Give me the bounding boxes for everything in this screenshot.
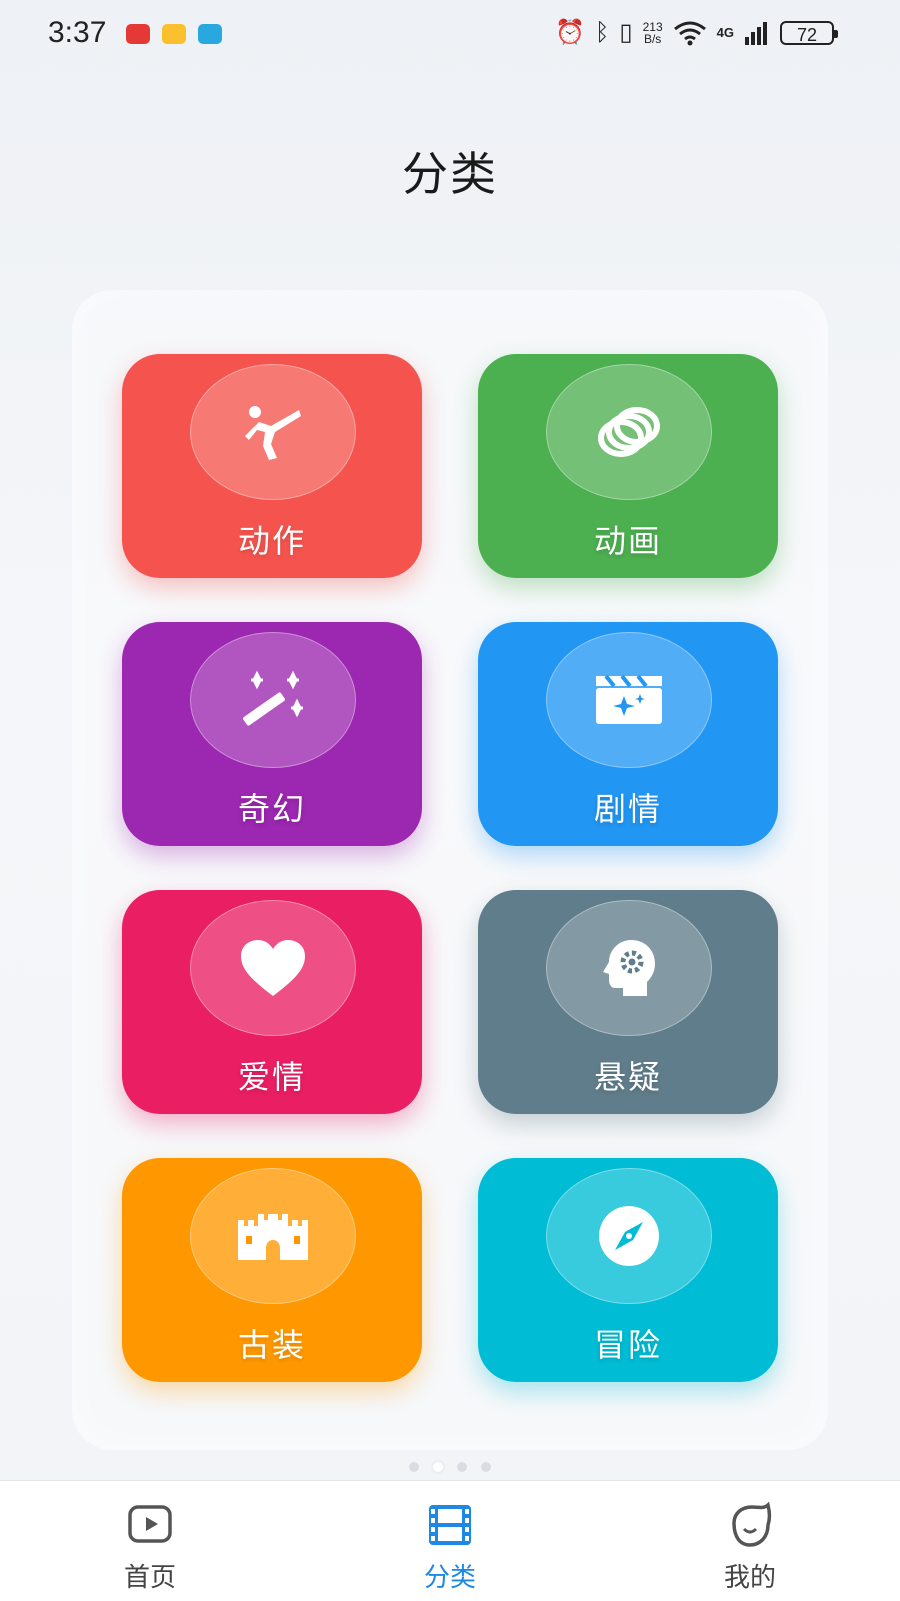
category-card-animation[interactable]: 动画 xyxy=(478,354,778,578)
mail-app-icon xyxy=(162,24,186,44)
category-label: 爱情 xyxy=(237,1058,306,1096)
message-app-icon xyxy=(198,24,222,44)
heart-icon xyxy=(241,940,305,996)
category-card-costume[interactable]: 古装 xyxy=(122,1158,422,1382)
notification-icons xyxy=(126,24,222,44)
status-indicators: ⏰ ᛒ ▯ 213 B/s 4G 72 xyxy=(555,18,838,47)
network-type: 4G xyxy=(716,25,734,40)
category-card-fantasy[interactable]: 奇幻 xyxy=(122,622,422,846)
category-icon-bubble xyxy=(190,900,356,1036)
bottom-tab-bar: 首页 分类 我的 xyxy=(0,1480,900,1601)
page-dot xyxy=(457,1462,467,1472)
tab-category[interactable]: 分类 xyxy=(300,1481,600,1601)
tab-label: 首页 xyxy=(123,1563,176,1593)
magic-wand-icon xyxy=(243,670,303,726)
category-icon-bubble xyxy=(546,632,712,768)
category-icon-bubble xyxy=(546,1168,712,1304)
category-card-drama[interactable]: 剧情 xyxy=(478,622,778,846)
net-speed-unit: B/s xyxy=(643,31,662,46)
signal-icon xyxy=(745,21,767,45)
category-icon-bubble xyxy=(546,364,712,500)
page-dot xyxy=(409,1462,419,1472)
tab-profile[interactable]: 我的 xyxy=(600,1481,900,1601)
clapperboard-icon xyxy=(596,674,662,724)
status-time: 3:37 xyxy=(48,16,107,49)
category-icon-bubble xyxy=(190,632,356,768)
category-label: 古装 xyxy=(237,1326,306,1364)
category-icon-bubble xyxy=(546,900,712,1036)
category-card-romance[interactable]: 爱情 xyxy=(122,890,422,1114)
martial-arts-kick-icon xyxy=(245,406,301,460)
castle-icon xyxy=(238,1214,308,1260)
profile-face-icon xyxy=(732,1501,772,1547)
category-label: 悬疑 xyxy=(593,1058,662,1096)
alarm-icon: ⏰ xyxy=(555,19,585,46)
tab-label: 分类 xyxy=(423,1563,476,1593)
category-card-mystery[interactable]: 悬疑 xyxy=(478,890,778,1114)
category-label: 动画 xyxy=(593,522,662,560)
vibrate-icon: ▯ xyxy=(619,19,633,46)
battery-indicator: 72 xyxy=(780,20,838,45)
status-bar: 3:37 ⏰ ᛒ ▯ 213 B/s 4G 72 xyxy=(0,0,900,70)
category-label: 剧情 xyxy=(593,790,662,828)
category-label: 冒险 xyxy=(593,1326,662,1364)
rings-icon xyxy=(598,407,660,457)
page-dot-active xyxy=(433,1462,443,1472)
category-card-action[interactable]: 动作 xyxy=(122,354,422,578)
bluetooth-icon: ᛒ xyxy=(595,18,610,46)
huawei-app-icon xyxy=(126,24,150,44)
page-indicator xyxy=(0,1462,900,1472)
wifi-icon xyxy=(673,21,706,45)
category-card-adventure[interactable]: 冒险 xyxy=(478,1158,778,1382)
page-title: 分类 xyxy=(402,147,498,201)
tab-home[interactable]: 首页 xyxy=(0,1481,300,1601)
category-label: 奇幻 xyxy=(237,790,306,828)
compass-icon xyxy=(599,1206,659,1266)
film-icon xyxy=(429,1505,471,1545)
net-speed: 213 B/s xyxy=(643,21,663,45)
head-gear-icon xyxy=(603,940,655,996)
page-dot xyxy=(481,1462,491,1472)
tab-label: 我的 xyxy=(723,1563,776,1593)
category-icon-bubble xyxy=(190,364,356,500)
category-icon-bubble xyxy=(190,1168,356,1304)
home-play-icon xyxy=(128,1505,172,1543)
category-label: 动作 xyxy=(237,522,306,560)
